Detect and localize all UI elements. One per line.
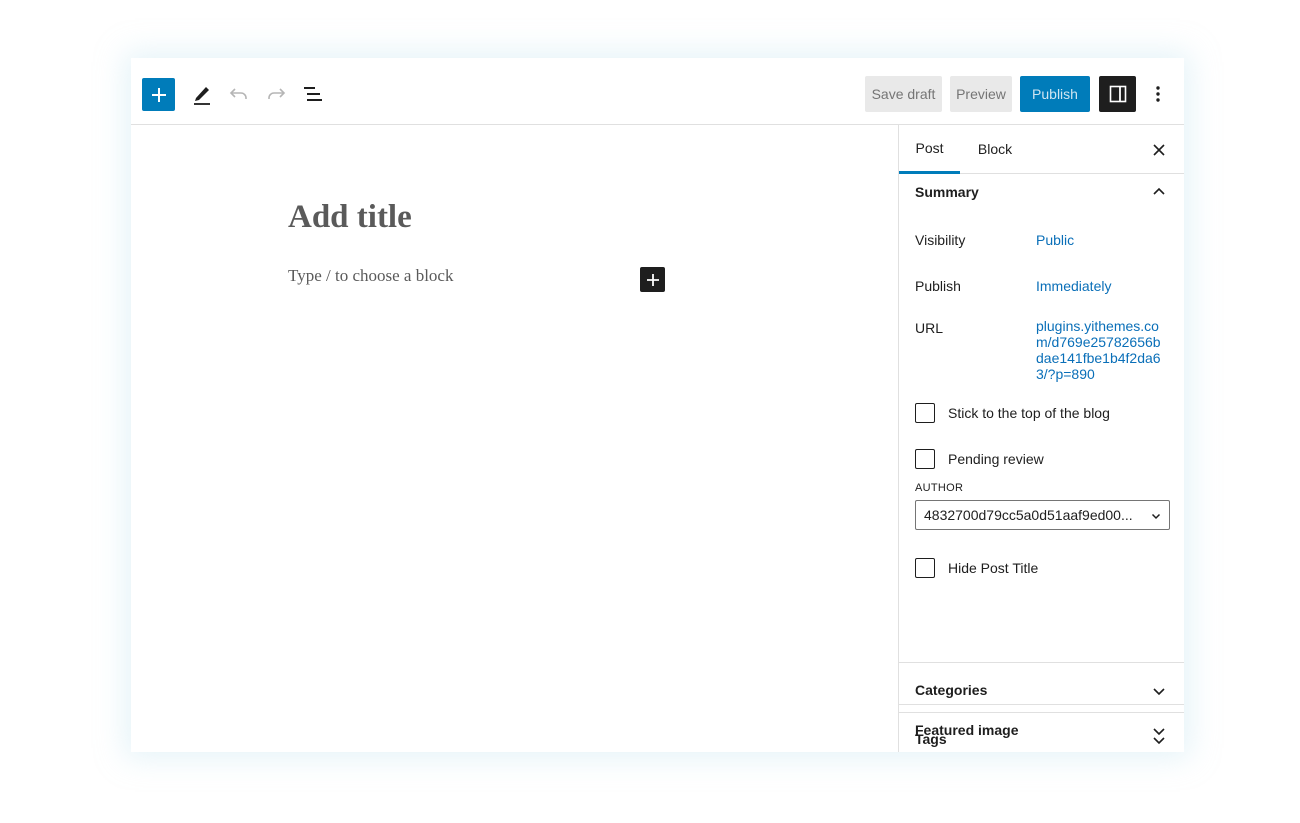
editor-toolbar: Save draft Preview Publish [131, 58, 1184, 125]
editor-canvas: Add title Type / to choose a block [131, 125, 898, 752]
featured-image-panel: Featured image [898, 704, 1184, 752]
summary-panel-title[interactable]: Summary [915, 184, 979, 200]
chevron-down-icon [1151, 513, 1161, 520]
post-title-input[interactable]: Add title [288, 199, 412, 236]
settings-toggle-button[interactable] [1099, 76, 1136, 112]
save-draft-button[interactable]: Save draft [865, 76, 942, 112]
categories-panel-title[interactable]: Categories [915, 682, 987, 698]
plus-icon [151, 87, 166, 102]
block-placeholder[interactable]: Type / to choose a block [288, 266, 453, 286]
close-sidebar-button[interactable] [1147, 138, 1171, 162]
sidebar-tabs: Post Block [899, 125, 1184, 174]
tools-button[interactable] [190, 82, 214, 106]
divider [899, 704, 1184, 705]
hide-post-title-checkbox[interactable] [915, 558, 935, 578]
author-select-value: 4832700d79cc5a0d51aaf9ed00... [924, 507, 1133, 523]
pending-review-label: Pending review [948, 451, 1044, 467]
url-label: URL [915, 320, 944, 336]
chevron-up-icon[interactable] [1151, 184, 1167, 200]
sidebar-toggle-icon [1109, 85, 1126, 103]
url-value[interactable]: plugins.yithemes.com/d769e25782656bdae14… [1036, 318, 1164, 382]
editor-window: Save draft Preview Publish Add title Typ… [131, 58, 1184, 752]
publish-button[interactable]: Publish [1020, 76, 1090, 112]
sticky-checkbox[interactable] [915, 403, 935, 423]
undo-button[interactable] [227, 82, 251, 106]
pencil-icon [194, 87, 210, 105]
author-select[interactable]: 4832700d79cc5a0d51aaf9ed00... [915, 500, 1170, 530]
visibility-label: Visibility [915, 232, 966, 248]
chevron-down-icon[interactable] [1151, 723, 1167, 739]
publish-date-value[interactable]: Immediately [1036, 278, 1111, 294]
preview-button[interactable]: Preview [950, 76, 1012, 112]
visibility-value[interactable]: Public [1036, 232, 1074, 248]
inline-block-inserter-button[interactable] [640, 267, 665, 292]
featured-image-panel-title[interactable]: Featured image [915, 722, 1018, 738]
plus-icon [646, 273, 659, 286]
hide-post-title-label: Hide Post Title [948, 560, 1039, 576]
more-options-button[interactable] [1146, 78, 1170, 110]
more-vertical-icon [1156, 86, 1160, 102]
tab-block[interactable]: Block [960, 125, 1030, 173]
chevron-down-icon[interactable] [1151, 683, 1167, 699]
sidebar-border [898, 704, 899, 752]
tab-post[interactable]: Post [899, 125, 960, 174]
redo-button[interactable] [264, 82, 288, 106]
pending-review-checkbox[interactable] [915, 449, 935, 469]
undo-icon [229, 88, 247, 99]
author-label: AUTHOR [915, 482, 964, 494]
divider [899, 662, 1184, 663]
block-inserter-button[interactable] [142, 78, 175, 111]
list-view-button[interactable] [301, 82, 325, 106]
sticky-label: Stick to the top of the blog [948, 405, 1110, 421]
redo-icon [268, 88, 286, 99]
settings-sidebar: Post Block Summary Visibility Public Pub… [898, 125, 1184, 752]
list-view-icon [304, 87, 322, 101]
publish-label: Publish [915, 278, 961, 294]
close-icon [1153, 144, 1165, 156]
